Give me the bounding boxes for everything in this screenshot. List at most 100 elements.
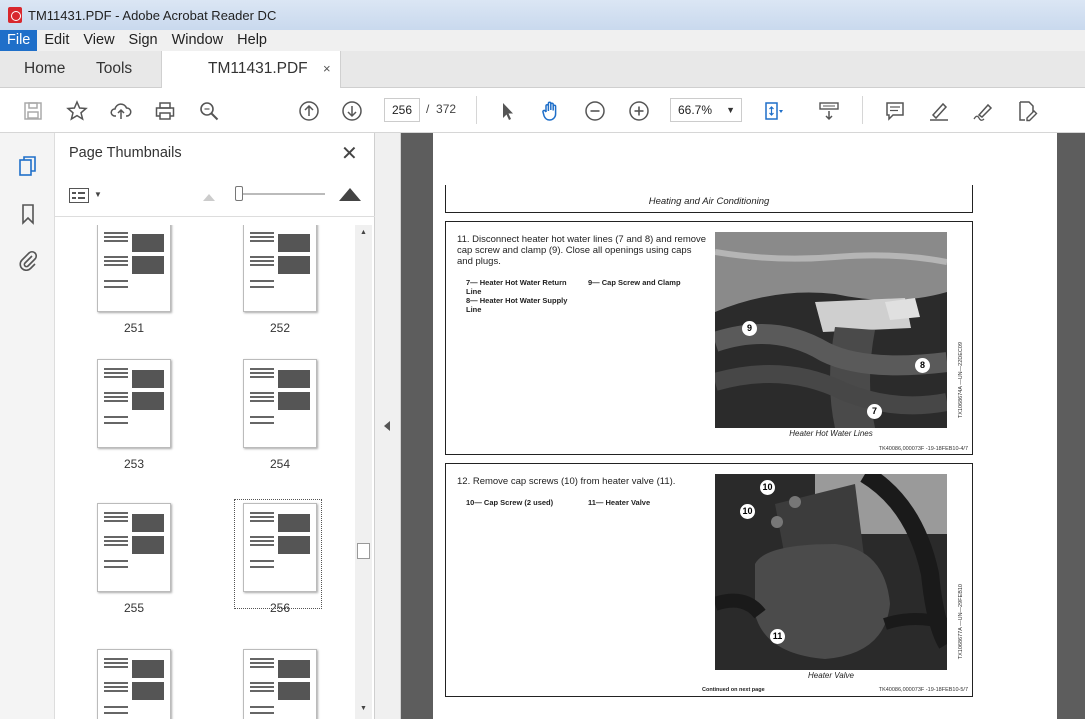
callout-8: 8	[915, 358, 930, 373]
tab-close-button[interactable]: ×	[323, 51, 331, 87]
thumbnail-page-number: 252	[269, 321, 291, 335]
reference-code: TK40086,000073F -19-18FEB10-5/7	[878, 687, 968, 693]
callout-9: 9	[742, 321, 757, 336]
figure-code: TX1068674A —UN—22DEC09	[958, 342, 964, 419]
toolbar: 256 / 372 66.7% ▼	[0, 88, 1085, 133]
chevron-down-icon: ▼	[726, 105, 735, 115]
thumbnail-size-slider[interactable]	[235, 193, 325, 195]
step-text: 12. Remove cap screws (10) from heater v…	[457, 476, 676, 487]
zoom-in-icon[interactable]	[628, 100, 650, 122]
legend-left: 10— Cap Screw (2 used)	[466, 498, 554, 507]
zoom-select[interactable]: 66.7% ▼	[670, 98, 742, 122]
small-thumbnail-icon[interactable]	[203, 194, 215, 201]
page-total: / 372	[426, 102, 457, 116]
thumbnail-grid: 251 252 253 254 255 256	[55, 225, 355, 719]
scrollbar-thumb[interactable]	[357, 543, 370, 559]
menu-bar: File Edit View Sign Window Help	[0, 30, 1085, 51]
menu-window[interactable]: Window	[165, 30, 231, 51]
collapse-arrow-icon[interactable]	[384, 421, 390, 431]
section-title: Heating and Air Conditioning	[648, 196, 770, 207]
chevron-down-icon[interactable]: ▼	[94, 190, 102, 199]
figure-code: TX1068677A —UN—29FEB10	[958, 584, 964, 660]
menu-help[interactable]: Help	[230, 30, 274, 51]
save-icon[interactable]	[22, 100, 44, 122]
bookmark-icon[interactable]	[17, 203, 39, 225]
scroll-down-icon[interactable]: ▼	[360, 705, 367, 712]
menu-sign[interactable]: Sign	[122, 30, 165, 51]
attachment-icon[interactable]	[17, 249, 39, 271]
edit-pdf-icon[interactable]	[1016, 100, 1038, 122]
toolbar-divider	[476, 96, 477, 124]
panel-title: Page Thumbnails	[69, 145, 182, 161]
heater-hot-water-lines-photo: 9 8 7	[715, 232, 947, 428]
comment-icon[interactable]	[884, 100, 906, 122]
toolbar-divider	[862, 96, 863, 124]
page-thumbnail[interactable]	[97, 503, 171, 592]
zoom-value: 66.7%	[678, 103, 713, 117]
panel-scrollbar[interactable]: ▲ ▼	[355, 225, 372, 719]
title-bar: TM11431.PDF - Adobe Acrobat Reader DC	[0, 0, 1085, 30]
step-11-block: 11. Disconnect heater hot water lines (7…	[445, 221, 973, 455]
reference-code: TK40086,000073F -19-18FEB10-4/7	[878, 446, 968, 452]
page-thumbnails-icon[interactable]	[17, 155, 39, 177]
navigation-rail	[0, 133, 55, 719]
photo-caption: Heater Hot Water Lines	[789, 429, 873, 438]
page-thumbnail[interactable]	[97, 225, 171, 312]
panel-collapse-handle[interactable]	[375, 133, 401, 719]
star-icon[interactable]	[66, 100, 88, 122]
step-12-block: 12. Remove cap screws (10) from heater v…	[445, 463, 973, 697]
fill-sign-icon[interactable]	[972, 100, 994, 122]
thumbnail-options-icon[interactable]	[69, 188, 89, 203]
page-fit-icon[interactable]	[762, 100, 784, 122]
previous-page-icon[interactable]	[298, 100, 320, 122]
legend-right: 9— Cap Screw and Clamp	[588, 278, 681, 287]
legend-right: 11— Heater Valve	[588, 498, 651, 507]
continued-note: Continued on next page	[702, 687, 765, 693]
tab-home[interactable]: Home	[24, 51, 65, 88]
photo-caption: Heater Valve	[808, 671, 854, 680]
highlight-pen-icon[interactable]	[928, 100, 950, 122]
page-thumbnail[interactable]	[243, 649, 317, 719]
thumbnail-page-number: 254	[269, 457, 291, 471]
tab-document-label: TM11431.PDF	[208, 60, 308, 77]
page-thumbnail[interactable]	[97, 359, 171, 448]
document-viewer[interactable]: Heating and Air Conditioning 11. Disconn…	[401, 133, 1085, 719]
page-thumbnail[interactable]	[97, 649, 171, 719]
next-page-icon[interactable]	[341, 100, 363, 122]
close-icon[interactable]: ✕	[341, 141, 358, 166]
select-cursor-icon[interactable]	[496, 100, 518, 122]
tab-tools[interactable]: Tools	[96, 51, 132, 88]
tab-document[interactable]: TM11431.PDF	[161, 51, 341, 89]
thumbnail-page-number: 253	[123, 457, 145, 471]
callout-10: 10	[740, 504, 755, 519]
zoom-out-icon[interactable]	[584, 100, 606, 122]
callout-11: 11	[770, 629, 785, 644]
large-thumbnail-icon[interactable]	[339, 188, 361, 201]
hand-tool-icon[interactable]	[540, 100, 562, 122]
acrobat-pdf-icon	[8, 7, 22, 23]
scroll-mode-icon[interactable]	[818, 100, 840, 122]
callout-7: 7	[867, 404, 882, 419]
slider-handle[interactable]	[235, 186, 243, 201]
menu-edit[interactable]: Edit	[37, 30, 76, 51]
thumbnail-page-number: 251	[123, 321, 145, 335]
page-number-input[interactable]: 256	[384, 98, 420, 122]
menu-view[interactable]: View	[76, 30, 121, 51]
selected-thumbnail-frame	[234, 499, 322, 609]
print-icon[interactable]	[154, 100, 176, 122]
pdf-page: Heating and Air Conditioning 11. Disconn…	[433, 133, 1057, 719]
page-thumbnails-panel: Page Thumbnails ✕ ▼ 251 252 253 254 255 256 ▲…	[55, 133, 375, 719]
menu-file[interactable]: File	[0, 30, 38, 51]
scroll-up-icon[interactable]: ▲	[360, 229, 367, 236]
page-thumbnail[interactable]	[243, 225, 317, 312]
search-zoom-icon[interactable]	[198, 100, 220, 122]
heater-valve-photo: 10 10 11	[715, 474, 947, 670]
thumbnail-page-number: 255	[123, 601, 145, 615]
cloud-upload-icon[interactable]	[110, 100, 132, 122]
window-title: TM11431.PDF - Adobe Acrobat Reader DC	[28, 7, 277, 23]
page-thumbnail[interactable]	[243, 359, 317, 448]
legend-left: 7— Heater Hot Water Return Line 8— Heate…	[466, 278, 568, 314]
page-header: Heating and Air Conditioning	[445, 185, 973, 213]
callout-10: 10	[760, 480, 775, 495]
thumbnail-tools: ▼	[55, 173, 375, 217]
